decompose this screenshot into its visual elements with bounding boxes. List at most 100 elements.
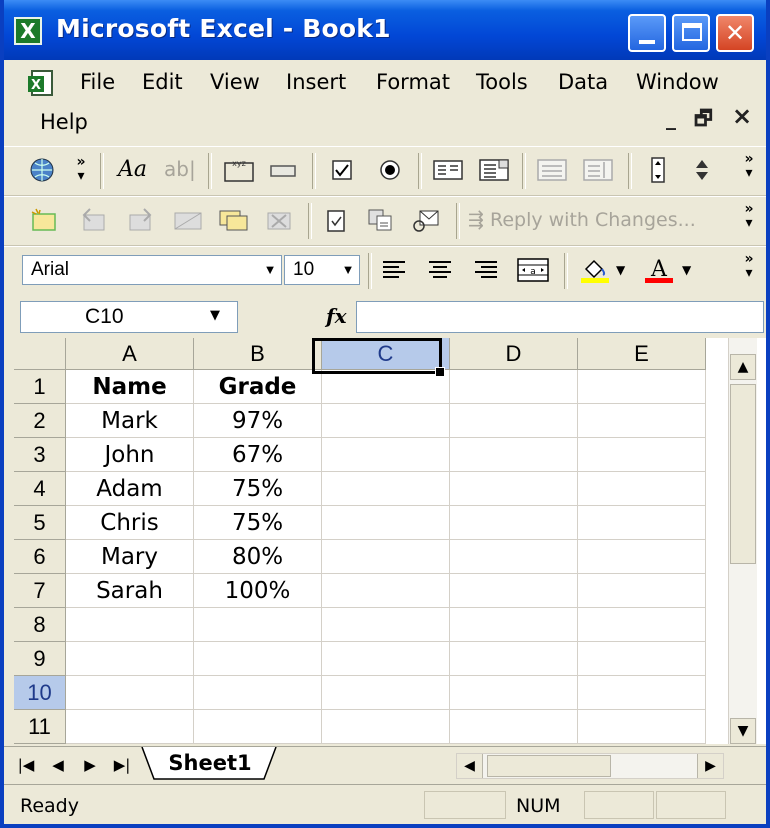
horizontal-scrollbar[interactable]: ◀ ▶ bbox=[456, 753, 724, 779]
cell-b7[interactable]: 100% bbox=[194, 574, 322, 608]
row-header-11[interactable]: 11 bbox=[14, 710, 66, 744]
font-color-icon[interactable]: A bbox=[642, 257, 676, 283]
cell-e8[interactable] bbox=[578, 608, 706, 642]
horizontal-scroll-thumb[interactable] bbox=[487, 755, 611, 777]
cell-c2[interactable] bbox=[322, 404, 450, 438]
cell-a7[interactable]: Sarah bbox=[66, 574, 194, 608]
chevron-down-icon[interactable]: ▼ bbox=[337, 256, 359, 284]
row-header-6[interactable]: 6 bbox=[14, 540, 66, 574]
excel-app-icon[interactable]: X bbox=[14, 17, 42, 45]
cell-a6[interactable]: Mary bbox=[66, 540, 194, 574]
menu-window[interactable]: Window bbox=[636, 70, 719, 94]
toolbar-overflow-icon[interactable]: » ▾ bbox=[742, 152, 756, 180]
combo-dropdown-edit-icon[interactable] bbox=[582, 157, 614, 183]
cell-c7[interactable] bbox=[322, 574, 450, 608]
cell-c11[interactable] bbox=[322, 710, 450, 744]
web-globe-icon[interactable] bbox=[28, 157, 56, 183]
menu-help[interactable]: Help bbox=[40, 110, 88, 134]
button-tool-icon[interactable] bbox=[266, 157, 300, 183]
cell-a9[interactable] bbox=[66, 642, 194, 676]
column-header-b[interactable]: B bbox=[194, 338, 322, 370]
cell-b8[interactable] bbox=[194, 608, 322, 642]
cell-d5[interactable] bbox=[450, 506, 578, 540]
close-button[interactable]: ✕ bbox=[716, 14, 754, 52]
chevron-down-icon[interactable]: ▼ bbox=[259, 256, 281, 284]
menu-tools[interactable]: Tools bbox=[476, 70, 528, 94]
workbook-icon[interactable]: X bbox=[26, 68, 56, 98]
row-header-1[interactable]: 1 bbox=[14, 370, 66, 404]
select-all-button[interactable] bbox=[14, 338, 66, 370]
toolbar-overflow-icon[interactable]: » ▾ bbox=[742, 252, 756, 280]
cell-b4[interactable]: 75% bbox=[194, 472, 322, 506]
cell-d1[interactable] bbox=[450, 370, 578, 404]
cell-d11[interactable] bbox=[450, 710, 578, 744]
fill-handle[interactable] bbox=[435, 367, 445, 377]
merge-and-center-icon[interactable]: a bbox=[516, 257, 550, 283]
combo-box-tool-icon[interactable] bbox=[478, 157, 510, 183]
column-header-d[interactable]: D bbox=[450, 338, 578, 370]
row-header-8[interactable]: 8 bbox=[14, 608, 66, 642]
menu-insert[interactable]: Insert bbox=[286, 70, 346, 94]
option-button-tool-icon[interactable] bbox=[376, 157, 404, 183]
align-left-icon[interactable] bbox=[380, 257, 408, 283]
cell-b1[interactable]: Grade bbox=[194, 370, 322, 404]
cell-e1[interactable] bbox=[578, 370, 706, 404]
cell-e2[interactable] bbox=[578, 404, 706, 438]
worksheet-grid[interactable]: ABCDE 1 2 3 4 5 6 7 8 9 10 11 Name Grade Mark 97% John… bbox=[14, 338, 766, 744]
cell-a8[interactable] bbox=[66, 608, 194, 642]
cell-c4[interactable] bbox=[322, 472, 450, 506]
cell-c5[interactable] bbox=[322, 506, 450, 540]
fill-color-dropdown-icon[interactable]: ▼ bbox=[616, 257, 632, 283]
cell-a4[interactable]: Adam bbox=[66, 472, 194, 506]
cell-e6[interactable] bbox=[578, 540, 706, 574]
scroll-left-button[interactable]: ◀ bbox=[457, 754, 483, 778]
combo-list-edit-icon[interactable] bbox=[536, 157, 568, 183]
cell-a11[interactable] bbox=[66, 710, 194, 744]
delete-comment-icon[interactable] bbox=[264, 207, 296, 233]
sheet-tab-sheet1[interactable]: Sheet1 bbox=[154, 747, 266, 779]
cell-c9[interactable] bbox=[322, 642, 450, 676]
align-right-icon[interactable] bbox=[472, 257, 500, 283]
send-to-mail-recipient-icon[interactable] bbox=[412, 207, 440, 233]
cell-d9[interactable] bbox=[450, 642, 578, 676]
cell-b10[interactable] bbox=[194, 676, 322, 710]
cell-b11[interactable] bbox=[194, 710, 322, 744]
create-task-icon[interactable] bbox=[322, 207, 350, 233]
cell-b3[interactable]: 67% bbox=[194, 438, 322, 472]
cell-a5[interactable]: Chris bbox=[66, 506, 194, 540]
cell-e5[interactable] bbox=[578, 506, 706, 540]
cell-d6[interactable] bbox=[450, 540, 578, 574]
column-header-a[interactable]: A bbox=[66, 338, 194, 370]
vertical-scroll-thumb[interactable] bbox=[730, 384, 756, 564]
cell-c3[interactable] bbox=[322, 438, 450, 472]
workbook-minimize-button[interactable]: _ bbox=[666, 106, 676, 130]
checkbox-tool-icon[interactable] bbox=[328, 157, 356, 183]
cell-d7[interactable] bbox=[450, 574, 578, 608]
cell-b6[interactable]: 80% bbox=[194, 540, 322, 574]
name-box[interactable]: C10 bbox=[20, 301, 238, 333]
last-sheet-button[interactable]: ▶| bbox=[110, 753, 134, 777]
row-header-9[interactable]: 9 bbox=[14, 642, 66, 676]
font-name-combo[interactable]: Arial ▼ bbox=[22, 255, 282, 285]
new-comment-icon[interactable] bbox=[30, 207, 58, 233]
row-header-5[interactable]: 5 bbox=[14, 506, 66, 540]
row-header-7[interactable]: 7 bbox=[14, 574, 66, 608]
active-cell-c10[interactable] bbox=[312, 338, 442, 374]
cell-e7[interactable] bbox=[578, 574, 706, 608]
align-center-icon[interactable] bbox=[426, 257, 454, 283]
cell-e10[interactable] bbox=[578, 676, 706, 710]
scroll-up-button[interactable]: ▲ bbox=[730, 354, 756, 380]
insert-function-icon[interactable]: fx bbox=[326, 304, 347, 328]
row-header-4[interactable]: 4 bbox=[14, 472, 66, 506]
next-sheet-button[interactable]: ▶ bbox=[78, 753, 102, 777]
menu-file[interactable]: File bbox=[80, 70, 115, 94]
group-box-icon[interactable]: xyz bbox=[222, 157, 256, 183]
name-box-dropdown-icon[interactable]: ▼ bbox=[210, 308, 220, 323]
minimize-button[interactable] bbox=[628, 14, 666, 52]
cell-e11[interactable] bbox=[578, 710, 706, 744]
cell-a10[interactable] bbox=[66, 676, 194, 710]
cell-d10[interactable] bbox=[450, 676, 578, 710]
row-header-10[interactable]: 10 bbox=[14, 676, 66, 710]
cell-a2[interactable]: Mark bbox=[66, 404, 194, 438]
cell-e3[interactable] bbox=[578, 438, 706, 472]
